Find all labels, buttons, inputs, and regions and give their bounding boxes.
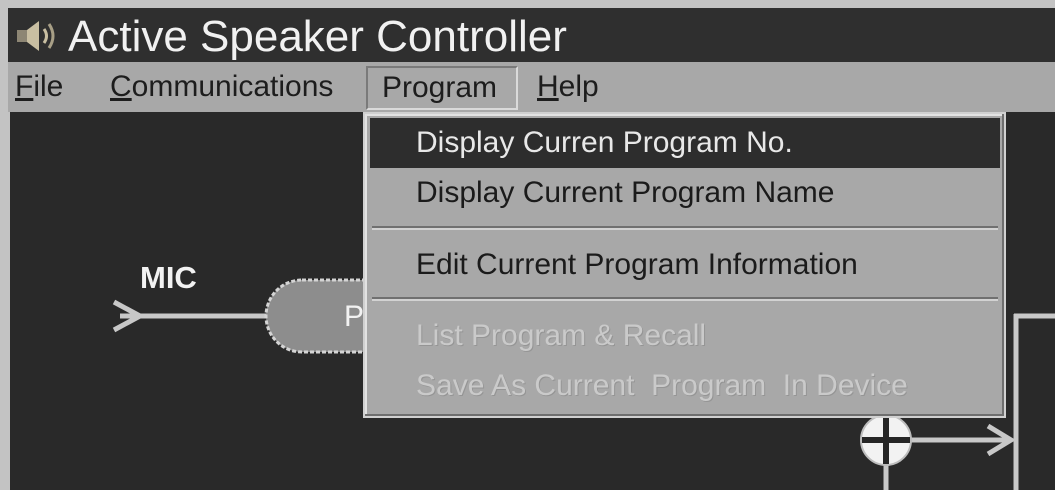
window-title: Active Speaker Controller xyxy=(68,12,567,61)
menu-help[interactable]: Help xyxy=(537,62,599,112)
menu-file[interactable]: File xyxy=(15,62,63,112)
menu-item-display-current-program-no[interactable]: Display Curren Program No. xyxy=(370,118,1000,168)
menu-communications[interactable]: Communications xyxy=(110,62,333,112)
menu-item-edit-program-information[interactable]: Edit Current Program Information xyxy=(370,240,1000,290)
menu-item-display-current-program-name[interactable]: Display Current Program Name xyxy=(370,168,1000,218)
menu-separator xyxy=(372,297,998,301)
program-menu-dropdown: Display Curren Program No. Display Curre… xyxy=(363,112,1006,418)
input-label-mic: MIC xyxy=(140,260,197,295)
processing-block-label: P xyxy=(344,300,364,333)
speaker-icon[interactable] xyxy=(14,18,62,54)
title-bar[interactable]: Active Speaker Controller xyxy=(8,8,1055,62)
menu-separator xyxy=(372,226,998,230)
menu-item-save-as-current-program: Save As Current Program In Device xyxy=(416,369,908,402)
menu-program[interactable]: Program xyxy=(366,66,518,110)
menu-item-list-program-recall: List Program & Recall xyxy=(416,319,707,352)
app-window: Active Speaker Controller File Communica… xyxy=(0,0,1055,490)
menu-bar: File Communications Program Help xyxy=(8,62,1055,112)
plus-circle-icon xyxy=(860,414,912,466)
